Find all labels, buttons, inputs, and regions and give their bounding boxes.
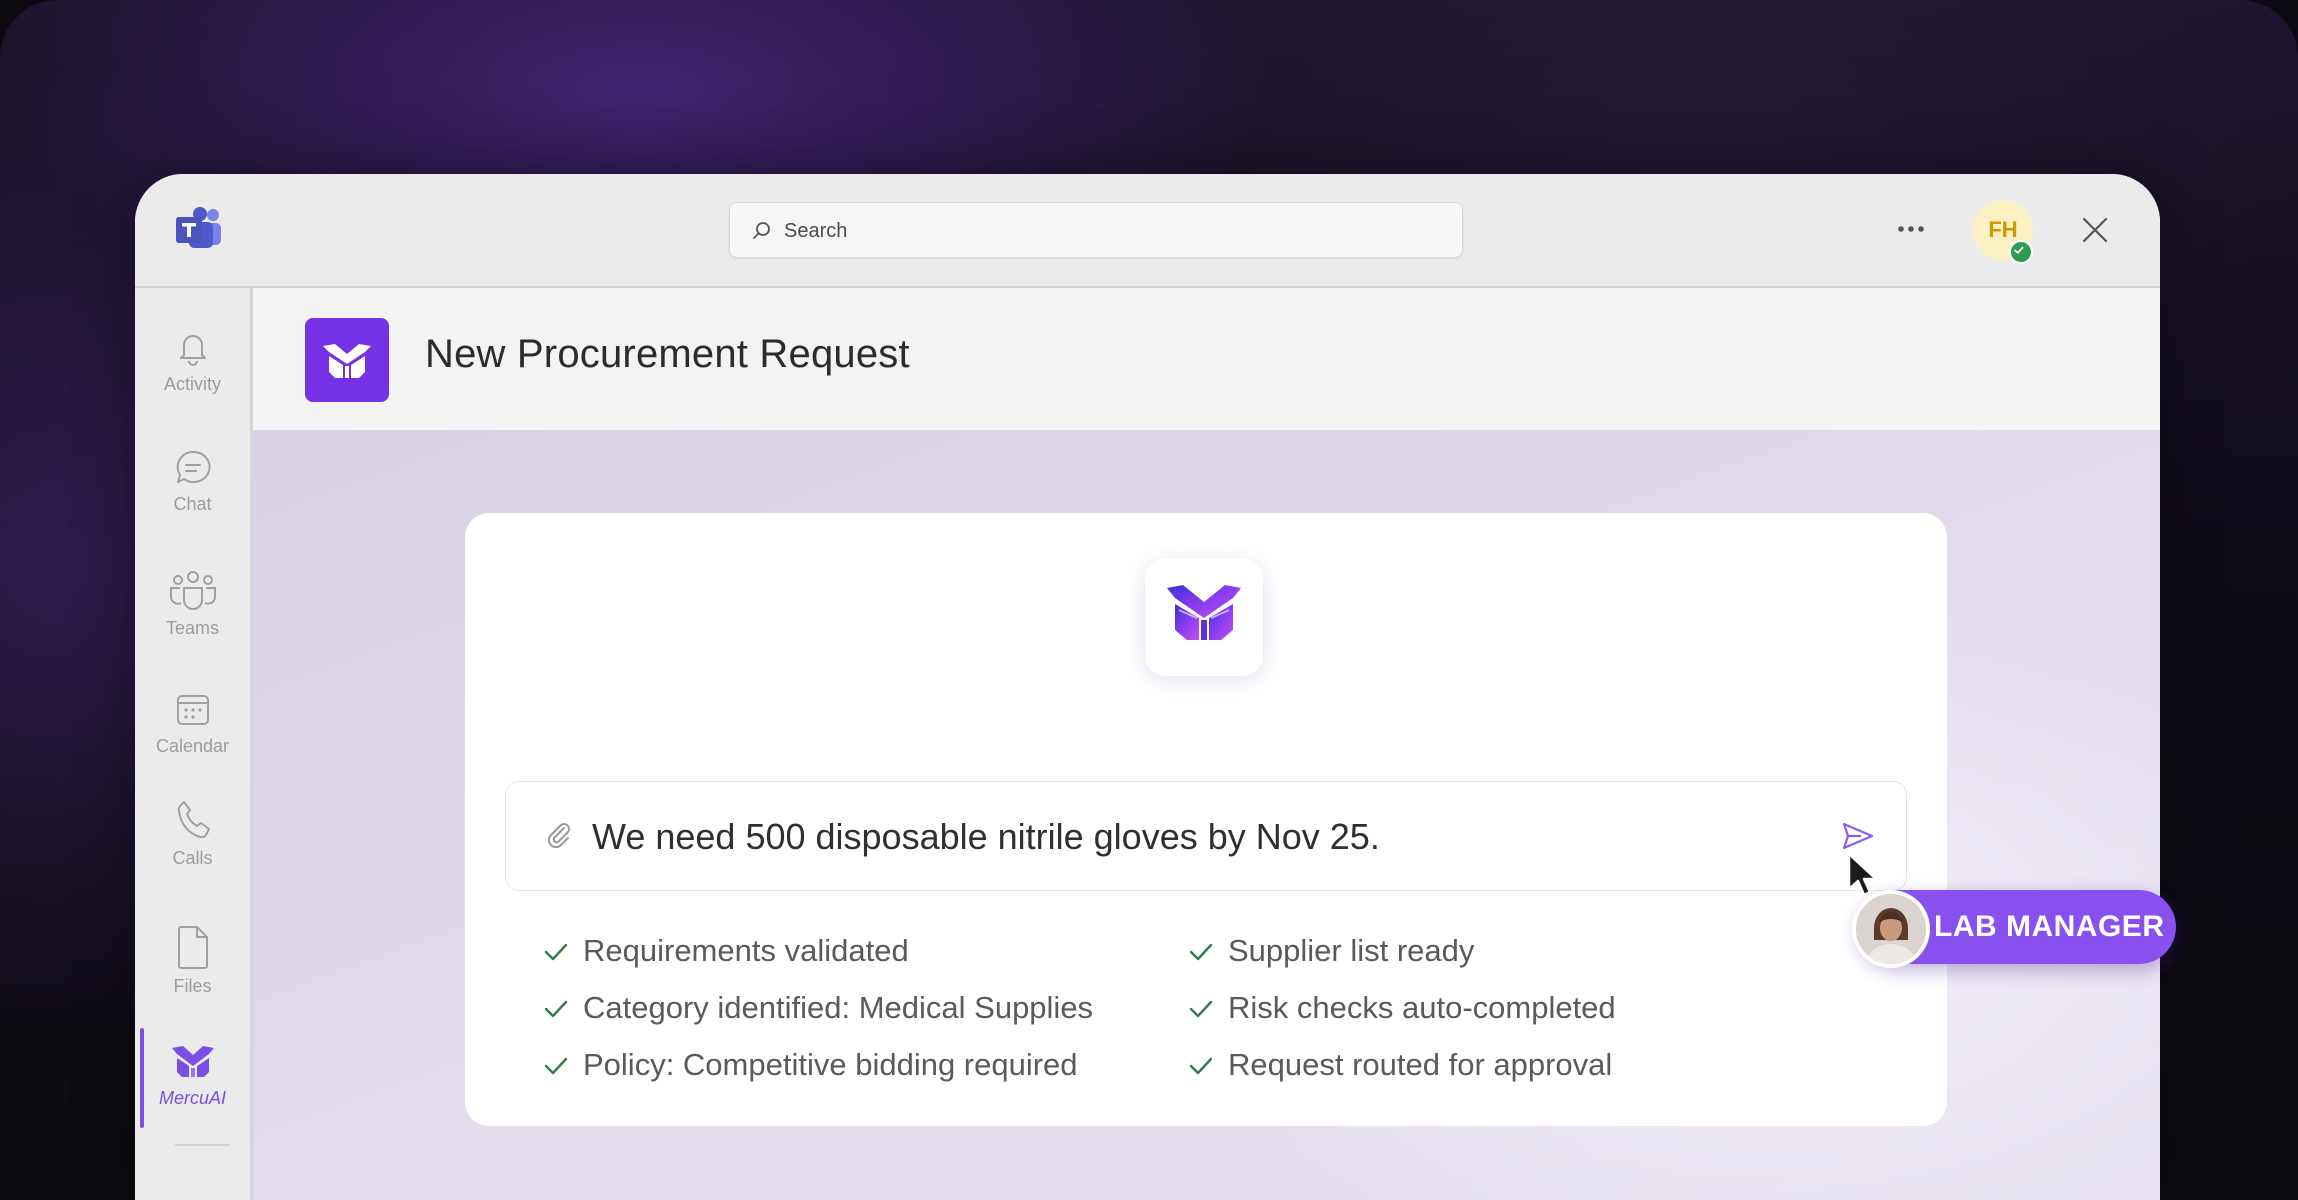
- teams-icon: [169, 571, 216, 610]
- rail-label: Chat: [173, 494, 212, 514]
- phone-icon: [177, 801, 210, 839]
- rail-item-chat[interactable]: Chat: [135, 448, 250, 515]
- prompt-text: We need 500 disposable nitrile gloves by…: [592, 816, 1380, 857]
- rail-divider: [175, 1144, 230, 1146]
- active-indicator: [140, 1028, 144, 1128]
- check-icon: [544, 943, 568, 961]
- send-icon[interactable]: [1840, 818, 1876, 854]
- rail-item-mercuai[interactable]: MercuAI: [135, 1028, 250, 1128]
- search-input[interactable]: [782, 203, 1426, 259]
- request-card: We need 500 disposable nitrile gloves by…: [465, 513, 1947, 1126]
- search-bar[interactable]: [729, 202, 1463, 259]
- check-icon: [1189, 1057, 1213, 1075]
- check-icon: [544, 1000, 568, 1018]
- role-badge-label: LAB MANAGER: [1934, 910, 2165, 943]
- mercu-logo-icon: [171, 1046, 214, 1077]
- page-title: New Procurement Request: [425, 332, 910, 376]
- check-icon: [1189, 1000, 1213, 1018]
- paperclip-icon[interactable]: [544, 820, 574, 850]
- rail-item-calls[interactable]: Calls: [135, 798, 250, 869]
- rail-label: MercuAI: [158, 1088, 227, 1108]
- close-icon[interactable]: [2079, 214, 2111, 246]
- avatar: [1852, 890, 1930, 968]
- bell-icon: [179, 335, 206, 366]
- presence-status-icon: [2009, 240, 2033, 264]
- more-options-icon[interactable]: [1893, 214, 1929, 244]
- search-icon: [753, 222, 770, 239]
- check-icon: [1189, 943, 1213, 961]
- rail-item-activity[interactable]: Activity: [135, 328, 250, 395]
- check-icon: [544, 1057, 568, 1075]
- chat-icon: [176, 450, 211, 483]
- mercu-app-icon: [305, 318, 389, 402]
- calendar-icon: [176, 695, 209, 725]
- app-header: New Procurement Request: [253, 288, 2160, 430]
- rail-item-files[interactable]: Files: [135, 924, 250, 997]
- mercu-logo: [1145, 558, 1263, 676]
- app-rail: Activity Chat Teams Calendar Calls Files…: [135, 288, 253, 1200]
- rail-label: Calendar: [155, 736, 230, 756]
- rail-label: Calls: [172, 848, 213, 868]
- teams-window: FH Activity Chat: [135, 174, 2160, 1200]
- prompt-input[interactable]: We need 500 disposable nitrile gloves by…: [505, 781, 1907, 891]
- main-content: We need 500 disposable nitrile gloves by…: [253, 430, 2160, 1200]
- rail-item-calendar[interactable]: Calendar: [135, 690, 250, 757]
- rail-label: Teams: [165, 618, 219, 638]
- file-icon: [177, 926, 208, 969]
- rail-item-teams[interactable]: Teams: [135, 568, 250, 639]
- rail-label: Files: [173, 976, 212, 996]
- title-bar: FH: [135, 174, 2160, 288]
- teams-logo-icon[interactable]: [173, 204, 225, 256]
- rail-label: Activity: [163, 374, 221, 394]
